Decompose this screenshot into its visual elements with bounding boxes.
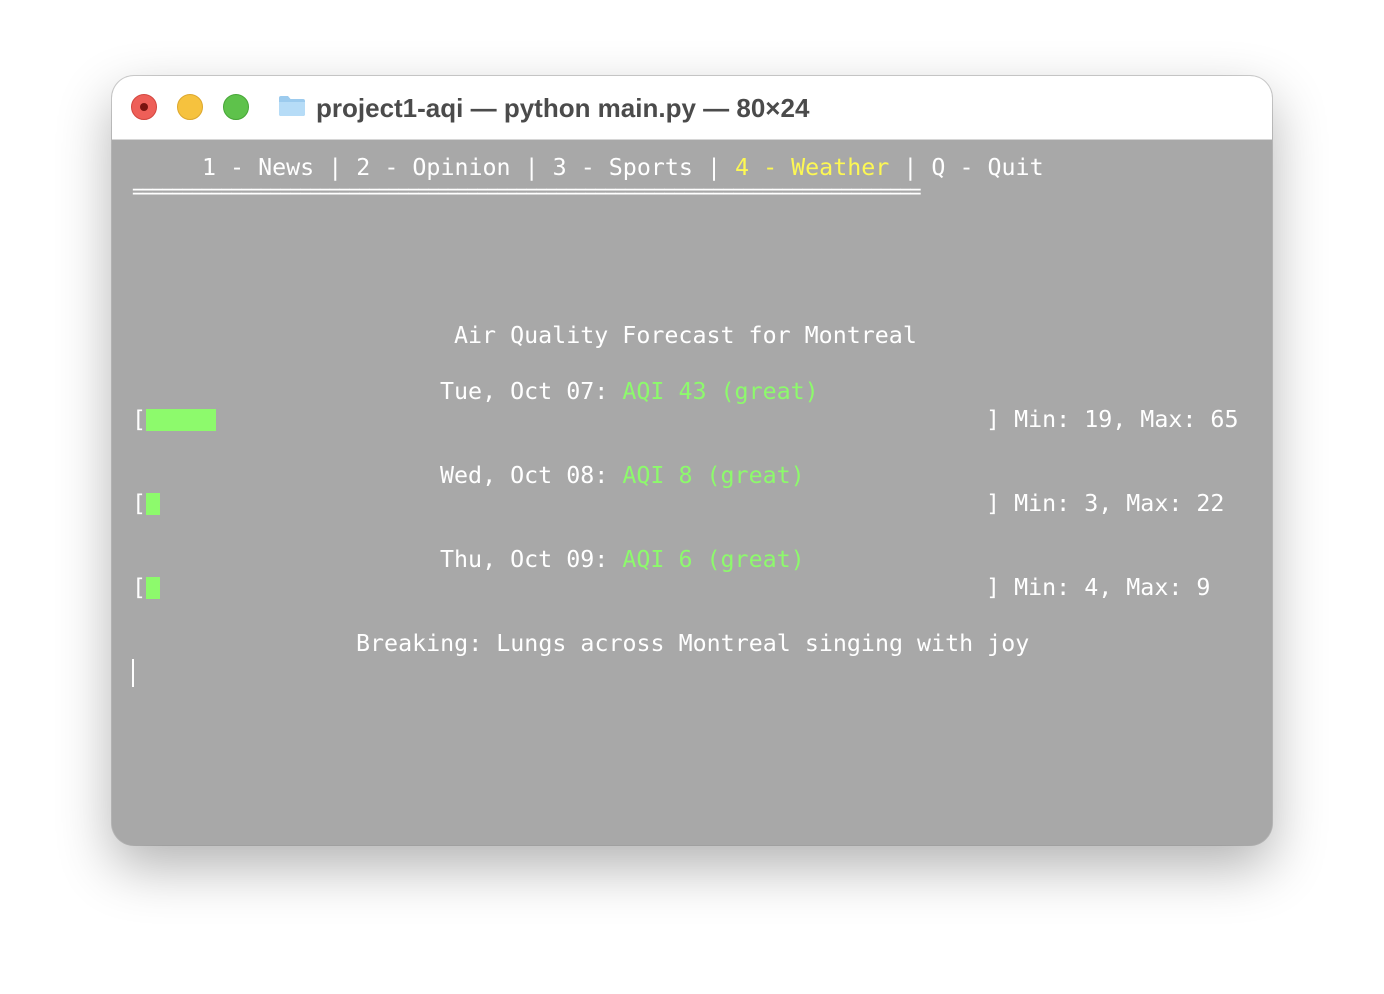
menu-item-quit[interactable]: Q - Quit	[931, 154, 1043, 181]
forecast-range: ] Min: 3, Max: 22	[986, 490, 1224, 518]
zoom-button[interactable]	[223, 94, 249, 120]
menu-separator: |	[510, 154, 553, 181]
forecast-date: Tue, Oct 07:	[440, 378, 609, 405]
headline: Breaking: Lungs across Montreal singing …	[356, 630, 1030, 657]
forecast-day-heading: Tue, Oct 07: AQI 43 (great)	[440, 378, 819, 406]
forecast-day-heading: Wed, Oct 08: AQI 8 (great)	[440, 462, 805, 490]
forecast-range: ] Min: 4, Max: 9	[986, 574, 1210, 602]
aqi-value: AQI 43 (great)	[622, 378, 819, 405]
aqi-bar	[146, 409, 216, 431]
aqi-value: AQI 8 (great)	[622, 462, 805, 489]
title-bar: project1-aqi — python main.py — 80×24	[112, 76, 1272, 140]
text-cursor	[132, 659, 134, 687]
forecast-title: Air Quality Forecast for Montreal	[454, 322, 917, 349]
bar-close-bracket: ]	[986, 574, 1001, 601]
aqi-value: AQI 6 (great)	[622, 546, 805, 573]
aqi-bar	[146, 493, 160, 515]
menu-item-sports[interactable]: 3 - Sports	[553, 154, 693, 181]
min-max-text: Min: 3, Max: 22	[1014, 490, 1225, 517]
min-max-text: Min: 4, Max: 9	[1014, 574, 1211, 601]
forecast-date: Wed, Oct 08:	[440, 462, 609, 489]
menu-separator: |	[692, 154, 736, 181]
menu-separator: |	[314, 154, 357, 181]
minimize-button[interactable]	[177, 94, 203, 120]
bar-close-bracket: ]	[986, 490, 1001, 517]
menu-item-opinion[interactable]: 2 - Opinion	[356, 154, 510, 181]
menu-bar: 1 - News | 2 - Opinion | 3 - Sports | 4 …	[202, 154, 1044, 182]
forecast-range: ] Min: 19, Max: 65	[986, 406, 1238, 434]
bar-close-bracket: ]	[986, 406, 1001, 433]
forecast-date: Thu, Oct 09:	[440, 546, 609, 573]
terminal-window: project1-aqi — python main.py — 80×24 1 …	[112, 76, 1272, 845]
window-title: project1-aqi — python main.py — 80×24	[316, 93, 810, 123]
menu-item-weather[interactable]: 4 - Weather	[735, 154, 889, 181]
bar-open-bracket: [	[132, 406, 147, 433]
menu-rule: ========================================…	[132, 184, 921, 198]
folder-icon	[279, 96, 305, 116]
aqi-bar	[146, 577, 160, 599]
menu-separator: |	[889, 154, 932, 181]
bar-open-bracket: [	[132, 490, 147, 517]
forecast-day-heading: Thu, Oct 09: AQI 6 (great)	[440, 546, 805, 574]
terminal-body[interactable]: 1 - News | 2 - Opinion | 3 - Sports | 4 …	[112, 140, 1272, 845]
close-button[interactable]	[131, 94, 157, 120]
bar-open-bracket: [	[132, 574, 147, 601]
menu-item-news[interactable]: 1 - News	[202, 154, 314, 181]
min-max-text: Min: 19, Max: 65	[1014, 406, 1239, 433]
